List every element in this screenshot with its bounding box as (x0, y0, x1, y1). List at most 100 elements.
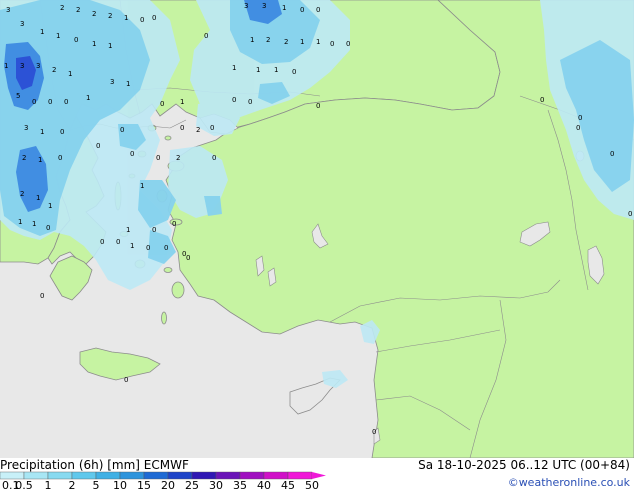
precip-value-label: 0 (58, 154, 62, 162)
precip-value-label: 5 (16, 92, 20, 100)
scale-swatch (239, 471, 265, 480)
scale-tick-label: 1 (45, 479, 52, 490)
precip-value-label: 1 (256, 66, 260, 74)
precip-value-label: 1 (48, 202, 52, 210)
scale-swatch (95, 471, 121, 480)
precip-value-label: 0 (212, 154, 216, 162)
legend-bar: Precipitation (6h) [mm] ECMWF Sa 18-10-2… (0, 458, 634, 490)
scale-swatch (167, 471, 193, 480)
scale-tick-label: 25 (185, 479, 199, 490)
precip-value-label: 3 (20, 62, 24, 70)
precip-value-label: 0 (156, 154, 160, 162)
precip-value-label: 0 (292, 68, 296, 76)
precip-value-label: 0 (40, 292, 44, 300)
precip-value-label: 1 (282, 4, 286, 12)
precip-value-label: 3 (262, 2, 266, 10)
precip-value-label: 0 (204, 32, 208, 40)
precip-value-label: 1 (108, 42, 112, 50)
precip-value-label: 1 (68, 70, 72, 78)
precip-value-label: 1 (4, 62, 8, 70)
precip-value-label: 0 (74, 36, 78, 44)
precip-value-label: 2 (284, 38, 288, 46)
scale-tick-label: 30 (209, 479, 223, 490)
credit-link[interactable]: ©weatheronline.co.uk (508, 476, 631, 489)
precip-value-label: 0 (300, 6, 304, 14)
precip-value-label: 1 (18, 218, 22, 226)
precip-value-label: 0 (346, 40, 350, 48)
precip-value-label: 3 (36, 62, 40, 70)
precip-value-label: 1 (300, 38, 304, 46)
scale-arrow (312, 472, 326, 479)
color-scale (0, 471, 326, 480)
precip-value-label: 1 (126, 80, 130, 88)
scale-tick-label: 2 (69, 479, 76, 490)
scale-swatch (143, 471, 169, 480)
precip-value-label: 0 (64, 98, 68, 106)
scale-tick-label: 5 (93, 479, 100, 490)
precip-value-label: 1 (250, 36, 254, 44)
precip-value-label: 1 (130, 242, 134, 250)
scale-swatch (23, 471, 49, 480)
precip-value-label: 2 (76, 6, 80, 14)
precip-value-label: 0 (60, 128, 64, 136)
precip-value-label: 0 (540, 96, 544, 104)
precip-value-label: 0 (232, 96, 236, 104)
scale-swatch (287, 471, 313, 480)
precip-value-label: 2 (20, 190, 24, 198)
scale-swatch (47, 471, 73, 480)
scale-swatch (71, 471, 97, 480)
scale-tick-label: 20 (161, 479, 175, 490)
precip-value-label: 0 (182, 250, 186, 258)
precip-value-label: 1 (56, 32, 60, 40)
precip-value-label: 3 (24, 124, 28, 132)
precip-value-label: 1 (316, 38, 320, 46)
scale-swatch (215, 471, 241, 480)
precip-value-label: 1 (86, 94, 90, 102)
precip-value-label: 1 (180, 98, 184, 106)
precip-value-label: 0 (46, 224, 50, 232)
precip-value-label: 0 (164, 244, 168, 252)
precip-value-label: 0 (316, 102, 320, 110)
precip-value-label: 0 (372, 428, 376, 436)
precip-value-label: 0 (160, 100, 164, 108)
precip-value-label: 0 (186, 254, 190, 262)
precip-value-label: 0 (576, 124, 580, 132)
precip-value-label: 0 (316, 6, 320, 14)
precip-value-label: 0 (152, 226, 156, 234)
precip-value-label: 0 (48, 98, 52, 106)
precip-value-label: 0 (130, 150, 134, 158)
precip-value-label: 0 (610, 150, 614, 158)
precip-value-label: 2 (266, 36, 270, 44)
scale-swatch (191, 471, 217, 480)
precip-value-label: 0 (124, 376, 128, 384)
scale-tick-label: 35 (233, 479, 247, 490)
precip-value-label: 1 (40, 128, 44, 136)
precip-value-label: 3 (20, 20, 24, 28)
precip-value-label: 1 (274, 66, 278, 74)
precip-value-label: 1 (36, 194, 40, 202)
precip-value-label: 3 (244, 2, 248, 10)
scale-swatch (119, 471, 145, 480)
precip-value-label: 2 (176, 154, 180, 162)
precip-value-label: 0 (140, 16, 144, 24)
precip-value-label: 0 (180, 124, 184, 132)
precip-value-label: 0 (248, 98, 252, 106)
precip-value-label: 0 (152, 14, 156, 22)
precip-value-label: 3 (110, 78, 114, 86)
precip-value-label: 2 (60, 4, 64, 12)
precip-value-label: 0 (210, 124, 214, 132)
island-karpathos (161, 311, 167, 325)
precip-value-label: 0 (578, 114, 582, 122)
precip-value-label: 1 (32, 220, 36, 228)
weather-map-frame: 3222210033100311011122110001110133213150… (0, 0, 634, 490)
scale-tick-label: 40 (257, 479, 271, 490)
scale-swatch (263, 471, 289, 480)
precip-value-label: 1 (126, 226, 130, 234)
precip-value-label: 2 (196, 126, 200, 134)
precip-value-label: 2 (22, 154, 26, 162)
scale-tick-label: 15 (137, 479, 151, 490)
precip-value-label: 3 (6, 6, 10, 14)
scale-swatch (0, 471, 25, 480)
precip-value-label: 0 (628, 210, 632, 218)
map-title: Precipitation (6h) [mm] ECMWF (0, 458, 189, 472)
